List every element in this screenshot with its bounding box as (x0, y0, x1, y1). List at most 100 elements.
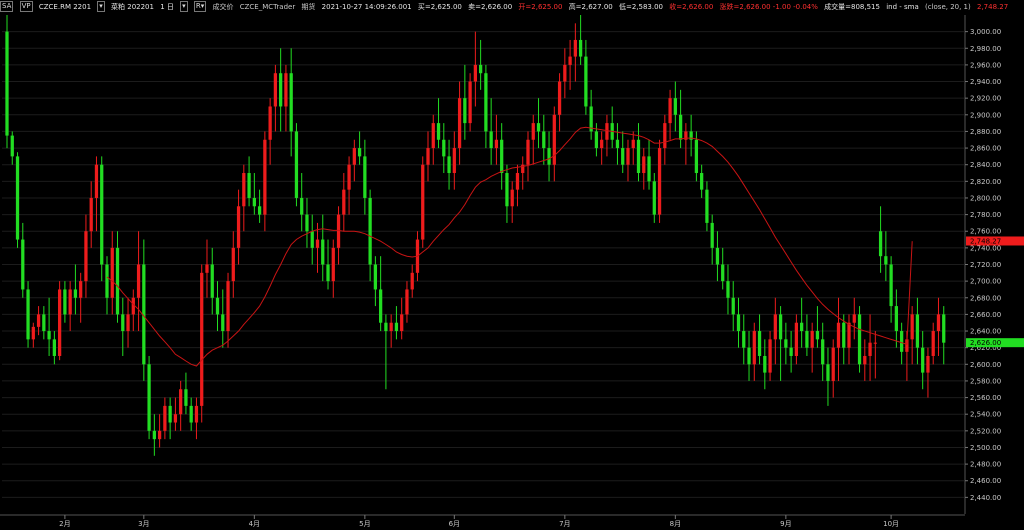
candle (521, 156, 525, 190)
x-tick-label: 5月 (359, 520, 370, 528)
candle-body (678, 114, 683, 140)
candle (236, 189, 241, 265)
candle (757, 314, 762, 365)
candle (484, 64, 488, 149)
candle-body (821, 339, 825, 365)
candle-body (436, 123, 441, 140)
candle (305, 197, 309, 248)
y-tick-label: 2,880.00 (970, 128, 1001, 136)
candle-body (742, 331, 746, 348)
candle (726, 264, 730, 315)
y-tick-label: 2,720.00 (970, 261, 1001, 269)
candle-body (405, 289, 409, 315)
candle-body (863, 355, 867, 365)
candle (526, 131, 530, 182)
candle (179, 380, 183, 431)
candle-body (379, 289, 383, 323)
candle-body (657, 148, 662, 215)
candle (336, 206, 341, 265)
candle-body (894, 306, 899, 332)
candle-body (721, 264, 725, 282)
candle-body (179, 389, 183, 415)
candle-body (273, 73, 278, 107)
candle-body (126, 314, 130, 332)
candle-body (42, 314, 46, 332)
y-tick-label: 2,780.00 (970, 211, 1001, 219)
candle (42, 306, 46, 340)
candle (347, 156, 351, 215)
candle-body (426, 148, 430, 165)
candle-body (200, 272, 204, 406)
candle (263, 131, 267, 232)
candle (805, 314, 809, 356)
candle (889, 256, 893, 323)
candle (868, 314, 872, 381)
y-tick-label: 2,520.00 (970, 427, 1001, 435)
candle-body (310, 231, 314, 248)
y-tick-label: 2,540.00 (970, 411, 1001, 419)
y-tick-label: 3,000.00 (970, 28, 1001, 36)
candle (400, 297, 404, 340)
candle (747, 331, 751, 381)
x-tick-label: 3月 (138, 520, 149, 528)
x-tick-label: 10月 (883, 520, 899, 528)
candle-body (731, 297, 735, 315)
candle-body (931, 331, 935, 356)
candle-body (700, 173, 704, 190)
candle-body (557, 81, 562, 115)
candle (736, 297, 741, 348)
candle-body (747, 347, 751, 365)
candle-body (926, 355, 930, 373)
candle-body (452, 148, 456, 174)
candle-body (289, 73, 293, 132)
candle-body (652, 181, 656, 215)
candle (721, 247, 725, 290)
candle-body (257, 206, 262, 215)
candle (331, 239, 335, 298)
candle-body (852, 314, 856, 323)
candle (194, 397, 199, 440)
candle-body (868, 342, 872, 356)
candle-body (726, 281, 730, 298)
candle (915, 297, 920, 365)
candle-body (168, 405, 172, 423)
candle-body (5, 31, 9, 136)
candle-body (484, 73, 488, 132)
candle-body (268, 106, 272, 140)
candle-body (163, 405, 167, 431)
candle (557, 73, 562, 132)
candle-body (647, 156, 651, 182)
candle (605, 114, 609, 157)
candle-body (31, 326, 35, 340)
candlestick-chart[interactable]: 2,440.00 2,460.00 2,480.00 2,500.00 2,520.00… (0, 0, 1024, 530)
candle (294, 123, 299, 207)
candle-body (447, 156, 451, 174)
candle (931, 322, 935, 365)
candle (310, 214, 314, 265)
y-tick-label: 2,700.00 (970, 278, 1001, 286)
candle-body (231, 247, 235, 282)
candle (89, 181, 93, 248)
candle-body (526, 139, 530, 165)
candle-body (784, 339, 788, 348)
candle-body (942, 314, 946, 343)
y-tick-label: 2,640.00 (970, 328, 1001, 336)
candle-body (715, 247, 720, 265)
candle (131, 289, 135, 332)
candle-body (26, 289, 30, 340)
candle (600, 131, 604, 165)
candle-body (115, 247, 120, 315)
candle (21, 222, 25, 298)
candle-body (936, 314, 941, 332)
candle-body (73, 289, 78, 298)
candle (94, 156, 99, 232)
candle (742, 314, 746, 365)
candle (431, 114, 435, 165)
candle (657, 139, 662, 223)
candle-body (336, 214, 341, 248)
candle-body (531, 123, 535, 140)
candle-body (542, 131, 546, 149)
candle (115, 231, 120, 323)
candle (279, 48, 283, 132)
candle (647, 139, 651, 190)
